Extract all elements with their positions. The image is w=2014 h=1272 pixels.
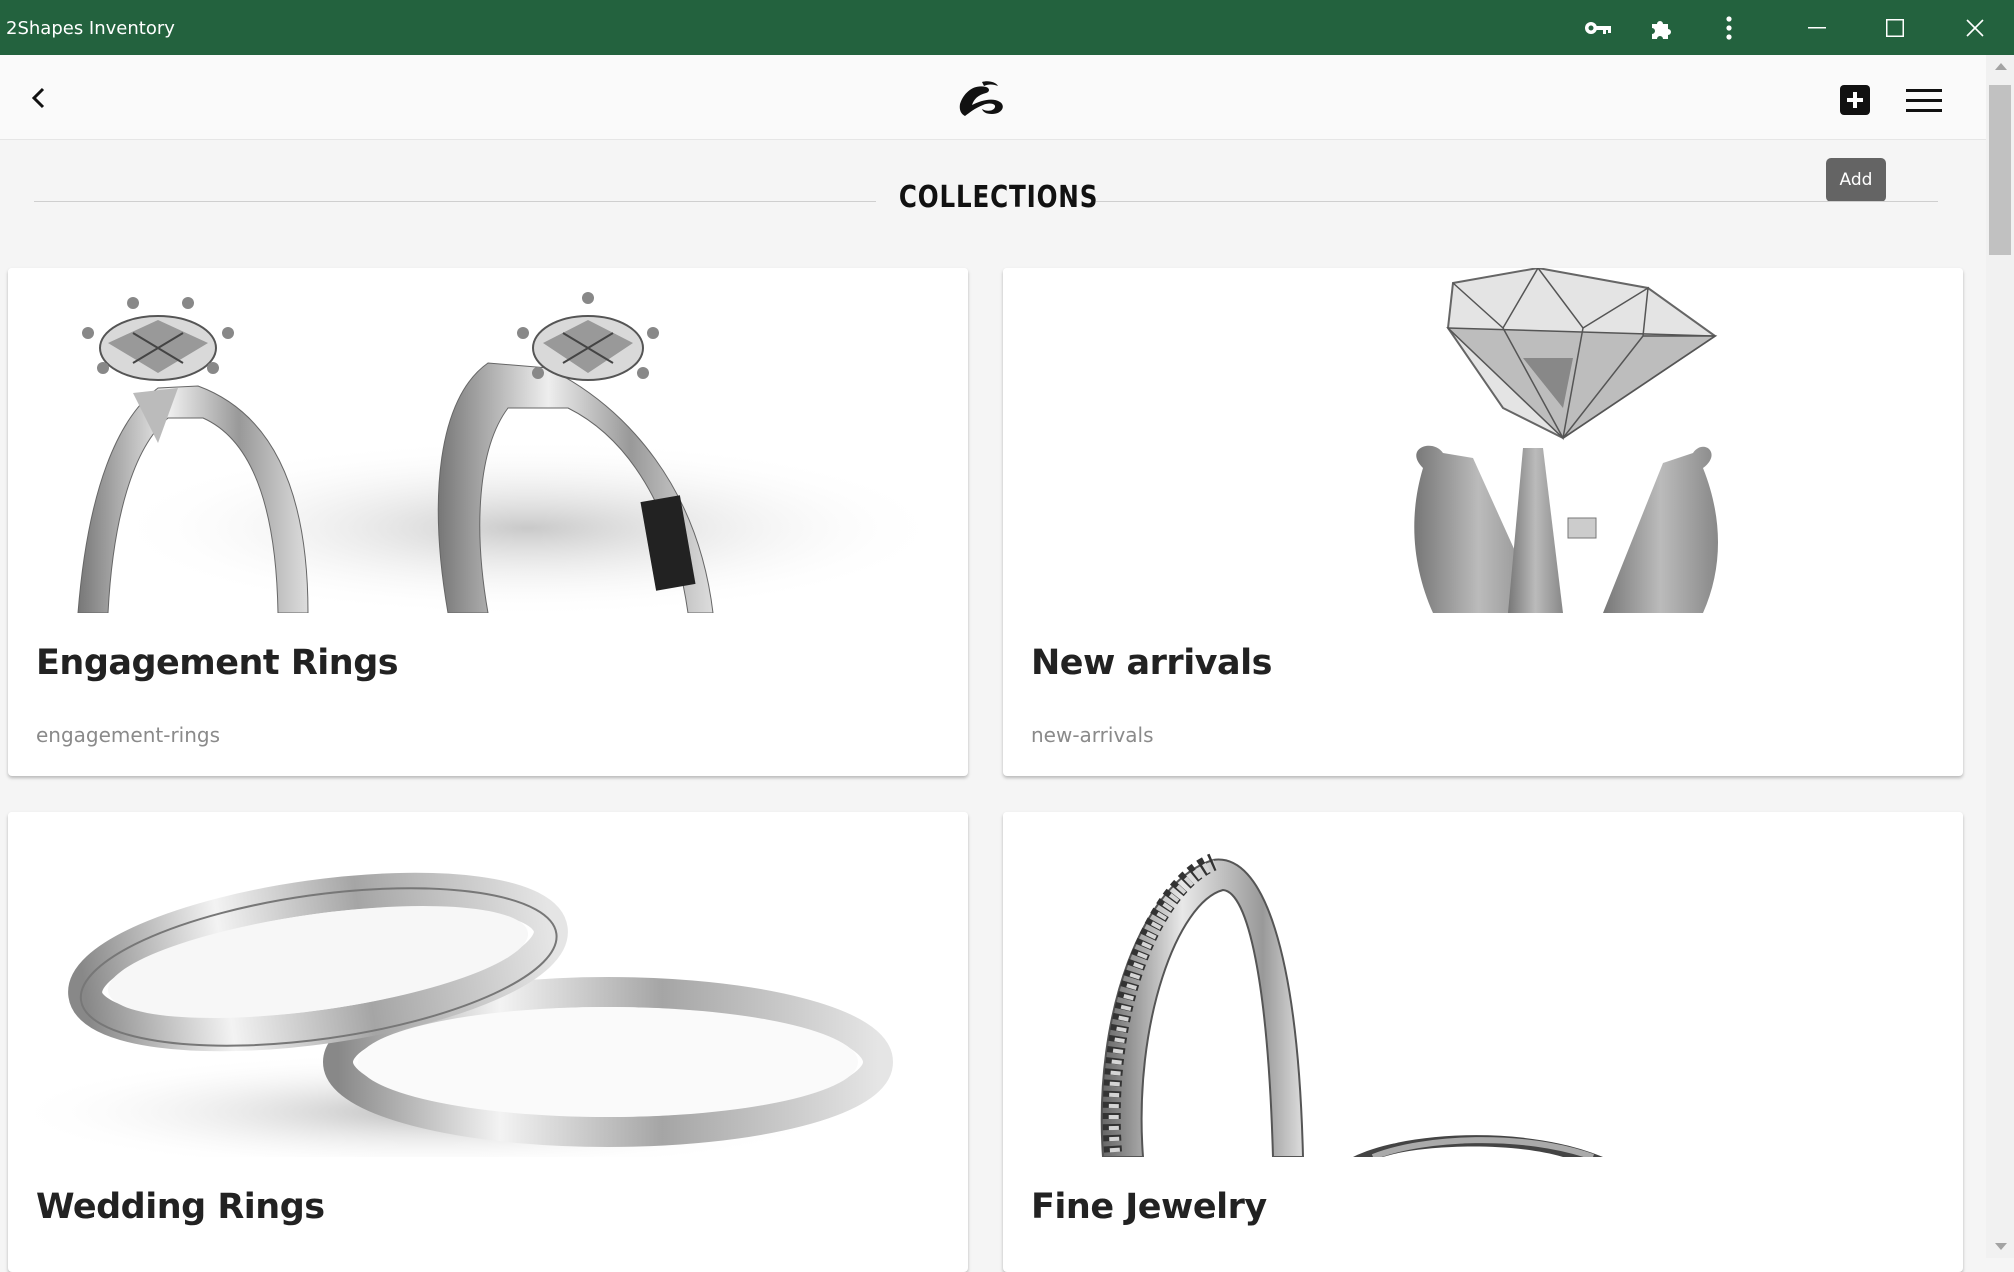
add-tooltip: Add: [1826, 158, 1886, 202]
scrollbar[interactable]: [1986, 55, 2014, 1258]
add-button[interactable]: [1838, 83, 1872, 117]
collection-name: Fine Jewelry: [1031, 1187, 1267, 1227]
window-title: 2Shapes Inventory: [6, 18, 175, 39]
section-divider-right: [1096, 201, 1938, 202]
collection-slug: new-arrivals: [1031, 723, 1154, 747]
close-icon[interactable]: [1958, 0, 1992, 55]
app-header: [0, 55, 1986, 140]
collection-name: Engagement Rings: [36, 643, 399, 683]
section-title: COLLECTIONS: [898, 180, 1099, 215]
scroll-up-arrow-icon[interactable]: [1995, 63, 2007, 70]
collection-slug: engagement-rings: [36, 723, 221, 747]
minimize-icon[interactable]: [1800, 0, 1834, 55]
loose-diamond-image: [1003, 268, 1963, 613]
more-vertical-icon[interactable]: [1716, 0, 1742, 55]
diamond-band-image: [1003, 812, 1963, 1160]
back-icon[interactable]: [24, 83, 54, 113]
scroll-down-arrow-icon[interactable]: [1995, 1243, 2007, 1250]
maximize-icon[interactable]: [1878, 0, 1912, 55]
engagement-rings-image: [8, 268, 968, 618]
collection-card-new-arrivals[interactable]: New arrivals new-arrivals: [1003, 268, 1963, 776]
collection-card-wedding-rings[interactable]: Wedding Rings: [8, 812, 968, 1272]
scrollbar-thumb[interactable]: [1989, 85, 2011, 255]
collection-name: Wedding Rings: [36, 1187, 325, 1227]
hamburger-menu-icon[interactable]: [1906, 88, 1942, 114]
key-icon[interactable]: [1580, 0, 1616, 55]
wedding-bands-image: [8, 812, 968, 1172]
window-title-bar: 2Shapes Inventory: [0, 0, 2014, 55]
section-divider-left: [34, 201, 876, 202]
collection-name: New arrivals: [1031, 643, 1272, 683]
puzzle-icon[interactable]: [1644, 0, 1680, 55]
collection-card-engagement-rings[interactable]: Engagement Rings engagement-rings: [8, 268, 968, 776]
collection-card-fine-jewelry[interactable]: Fine Jewelry: [1003, 812, 1963, 1272]
2shapes-logo-icon[interactable]: [952, 78, 1010, 118]
